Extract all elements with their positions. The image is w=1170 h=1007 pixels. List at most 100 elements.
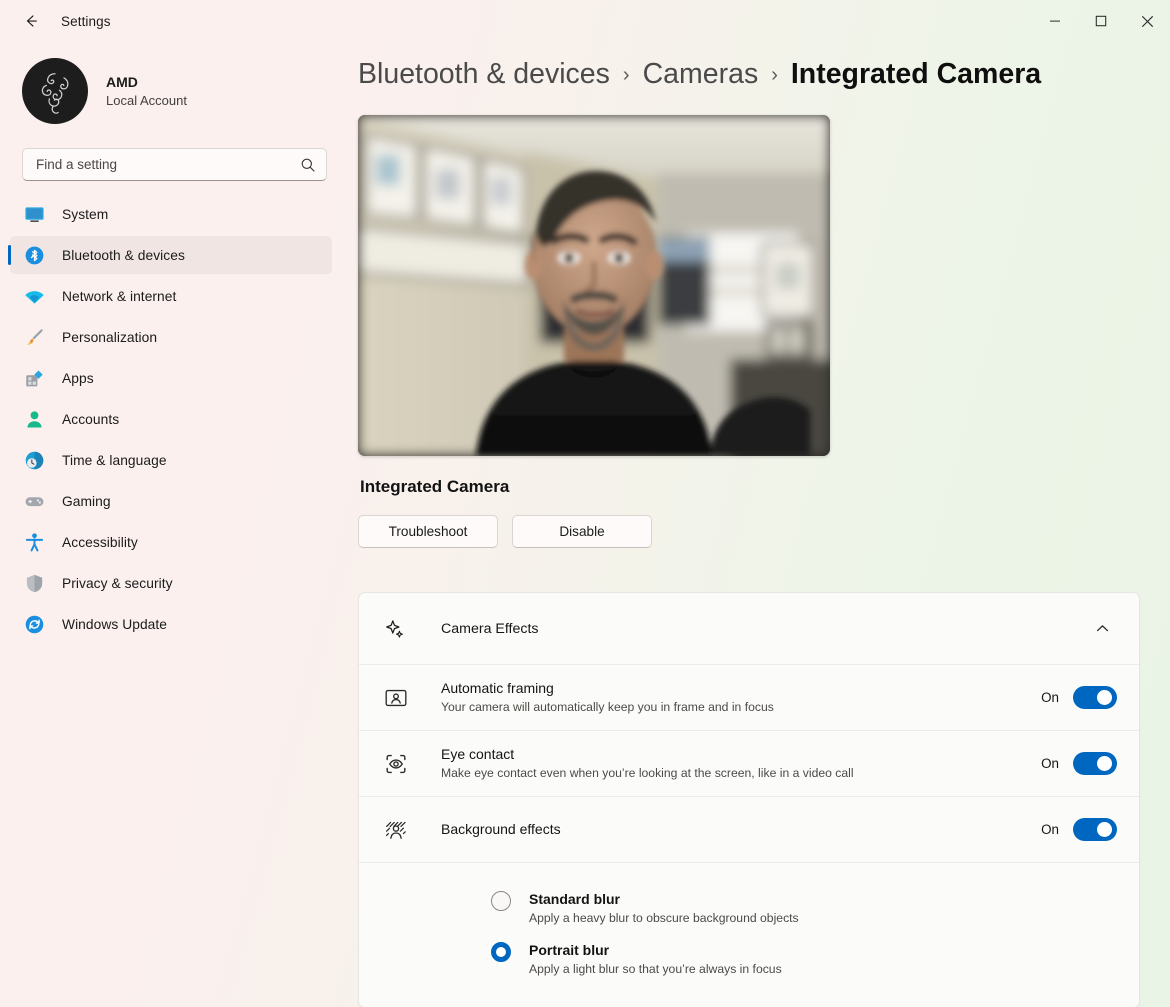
person-icon <box>22 407 46 431</box>
radio-text: Portrait blur Apply a light blur so that… <box>529 940 782 979</box>
breadcrumb-separator-icon: › <box>771 64 778 86</box>
sidebar-item-label: System <box>62 206 109 222</box>
camera-preview <box>358 115 830 456</box>
sidebar-item-windows-update[interactable]: Windows Update <box>10 605 332 643</box>
setting-description: Make eye contact even when you’re lookin… <box>441 766 854 781</box>
accessibility-person-icon <box>22 530 46 554</box>
radio-title: Standard blur <box>529 891 621 907</box>
setting-row-automatic-framing: Automatic framing Your camera will autom… <box>359 665 1139 731</box>
update-refresh-icon <box>22 612 46 636</box>
breadcrumb-item-cameras[interactable]: Cameras <box>643 58 759 91</box>
chevron-up-icon[interactable] <box>1087 614 1117 644</box>
search-icon <box>301 158 315 172</box>
radio-option-standard-blur[interactable]: Standard blur Apply a heavy blur to obsc… <box>491 883 1117 934</box>
background-blur-options: Standard blur Apply a heavy blur to obsc… <box>359 863 1139 1007</box>
account-name: AMD <box>106 73 138 90</box>
sidebar-item-accessibility[interactable]: Accessibility <box>10 523 332 561</box>
person-in-frame-icon <box>381 686 411 710</box>
sidebar-item-bluetooth-devices[interactable]: Bluetooth & devices <box>8 236 332 274</box>
radio-title: Portrait blur <box>529 941 610 958</box>
sparkle-icon <box>381 618 409 640</box>
sidebar-item-apps[interactable]: Apps <box>10 359 332 397</box>
sidebar-item-gaming[interactable]: Gaming <box>10 482 332 520</box>
sidebar-item-label: Accounts <box>62 411 120 427</box>
sidebar-item-label: Network & internet <box>62 288 177 304</box>
app-shell: AMD Local Account System <box>0 42 1170 1007</box>
device-name: Integrated Camera <box>360 477 510 496</box>
breadcrumb-separator-icon: › <box>622 64 630 86</box>
razer-logo-avatar <box>41 73 69 114</box>
device-action-buttons: Troubleshoot Disable <box>358 515 1140 548</box>
apps-grid-icon <box>22 366 46 390</box>
eye-focus-icon <box>381 752 411 776</box>
breadcrumb-item-bluetooth-devices[interactable]: Bluetooth & devices <box>358 58 610 91</box>
camera-preview-image <box>358 115 830 456</box>
sidebar-item-network-internet[interactable]: Network & internet <box>10 277 332 315</box>
eye-contact-toggle[interactable] <box>1073 752 1117 775</box>
shield-icon <box>22 571 46 595</box>
system-monitor-icon <box>22 202 46 226</box>
setting-control: On <box>1041 818 1117 841</box>
disable-button[interactable]: Disable <box>512 515 652 548</box>
sidebar: AMD Local Account System <box>0 42 352 1007</box>
minimize-button[interactable] <box>1032 0 1078 42</box>
bluetooth-icon <box>22 243 46 267</box>
breadcrumb-item-current: Integrated Camera <box>790 58 1042 90</box>
search-input[interactable] <box>36 157 300 172</box>
sidebar-item-label: Apps <box>62 370 94 386</box>
setting-title: Automatic framing <box>441 680 554 696</box>
sidebar-item-label: Windows Update <box>62 616 167 632</box>
close-button[interactable] <box>1124 0 1170 42</box>
setting-row-background-effects: Background effects On <box>359 797 1139 863</box>
breadcrumb: Bluetooth & devices › Cameras › Integrat… <box>358 58 1140 91</box>
radio-text: Standard blur Apply a heavy blur to obsc… <box>529 889 799 928</box>
sidebar-item-label: Bluetooth & devices <box>62 247 185 263</box>
troubleshoot-button[interactable]: Troubleshoot <box>358 515 498 548</box>
radio-button-portrait-blur[interactable] <box>491 941 511 962</box>
sidebar-item-system[interactable]: System <box>10 195 332 233</box>
account-type: Local Account <box>106 92 187 108</box>
sidebar-item-label: Personalization <box>62 329 158 345</box>
app-title: Settings <box>61 13 111 29</box>
toggle-state-label: On <box>1041 756 1059 771</box>
setting-control: On <box>1041 752 1117 775</box>
setting-title: Eye contact <box>441 746 515 762</box>
toggle-state-label: On <box>1041 690 1059 705</box>
minimize-icon <box>1050 20 1060 22</box>
maximize-button[interactable] <box>1078 0 1124 42</box>
radio-button-standard-blur[interactable] <box>491 891 511 911</box>
account-card[interactable]: AMD Local Account <box>0 42 332 124</box>
sidebar-item-accounts[interactable]: Accounts <box>10 400 332 438</box>
sidebar-item-label: Time & language <box>62 452 167 468</box>
paintbrush-icon <box>22 325 46 349</box>
radio-description: Apply a light blur so that you’re always… <box>529 962 782 977</box>
avatar <box>22 58 88 124</box>
main-content: Bluetooth & devices › Cameras › Integrat… <box>352 42 1170 1007</box>
search-box[interactable] <box>22 148 327 181</box>
setting-text: Background effects <box>441 819 1025 839</box>
automatic-framing-toggle[interactable] <box>1073 686 1117 709</box>
setting-row-eye-contact: Eye contact Make eye contact even when y… <box>359 731 1139 797</box>
setting-text: Automatic framing Your camera will autom… <box>441 678 1025 717</box>
sidebar-item-time-language[interactable]: Time & language <box>10 441 332 479</box>
gamepad-icon <box>22 489 46 513</box>
toggle-state-label: On <box>1041 822 1059 837</box>
wifi-icon <box>22 284 46 308</box>
sidebar-item-privacy-security[interactable]: Privacy & security <box>10 564 332 602</box>
radio-option-portrait-blur[interactable]: Portrait blur Apply a light blur so that… <box>491 934 1117 985</box>
sidebar-nav: System Bluetooth & devices Network & int… <box>0 195 332 643</box>
camera-effects-header[interactable]: Camera Effects <box>359 593 1139 665</box>
camera-effects-title: Camera Effects <box>441 620 539 637</box>
maximize-icon <box>1095 15 1107 27</box>
sidebar-item-label: Privacy & security <box>62 575 173 591</box>
background-effects-toggle[interactable] <box>1073 818 1117 841</box>
back-button[interactable] <box>14 5 48 37</box>
setting-text: Eye contact Make eye contact even when y… <box>441 744 1025 783</box>
sidebar-item-personalization[interactable]: Personalization <box>10 318 332 356</box>
radio-description: Apply a heavy blur to obscure background… <box>529 911 799 926</box>
window-controls <box>1032 0 1170 42</box>
clock-globe-icon <box>22 448 46 472</box>
close-icon <box>1141 15 1153 27</box>
account-text: AMD Local Account <box>106 73 187 109</box>
sidebar-item-label: Gaming <box>62 493 111 509</box>
